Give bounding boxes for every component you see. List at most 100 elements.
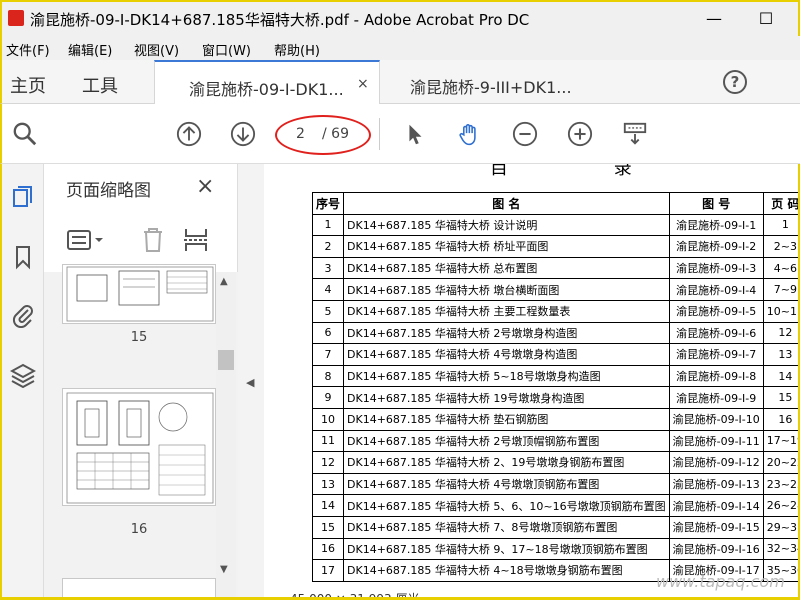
thumbnail-scrollbar[interactable]: ▲ ▼	[216, 272, 236, 600]
previous-page-icon[interactable]	[176, 121, 202, 147]
table-row: 8 DK14+687.185 华福特大桥 5~18号墩墩身构造图 渝昆施桥-09-I…	[311, 364, 798, 388]
table-cell: 13	[762, 343, 798, 366]
scroll-up-icon[interactable]: ▲	[220, 276, 228, 287]
thumbnail-list: 15 16	[44, 264, 238, 600]
current-page[interactable]: 2	[296, 126, 305, 142]
table-cell: DK14+687.185 华福特大桥 墩台横断面图	[343, 278, 670, 301]
tab-document-active[interactable]: 渝昆施桥-09-I-DK1... ×	[154, 60, 380, 104]
table-cell: 渝昆施桥-09-I-7	[668, 343, 764, 366]
tab-document-second[interactable]: 渝昆施桥-9-III+DK1...	[380, 60, 606, 104]
table-cell: 渝昆施桥-09-I-3	[668, 256, 764, 280]
table-cell: 16	[311, 537, 345, 561]
column-header: 序号	[311, 192, 345, 215]
layers-icon[interactable]	[10, 362, 36, 388]
table-cell: 渝昆施桥-09-I-5	[668, 299, 764, 323]
table-cell: 7~9	[762, 278, 798, 301]
table-row: 12 DK14+687.185 华福特大桥 2、19号墩墩身钢筋布置图 渝昆施桥-0…	[311, 451, 798, 474]
table-cell: DK14+687.185 华福特大桥 4号墩墩身构造图	[343, 343, 670, 366]
thumbnail-label: 16	[130, 522, 148, 537]
collapse-arrow-icon[interactable]: ◀	[246, 376, 254, 389]
table-cell: DK14+687.185 华福特大桥 2号墩顶帽钢筋布置图	[343, 429, 670, 453]
insert-page-icon[interactable]	[182, 226, 210, 254]
hand-tool-icon[interactable]	[456, 121, 482, 147]
table-cell: 6	[311, 321, 345, 345]
scroll-thumb[interactable]	[218, 350, 234, 370]
document-viewer[interactable]: 目 录 序号 图 名 图 号 页 码 1 DK14+687.185 华福特大桥 设…	[264, 164, 800, 600]
search-icon[interactable]	[12, 121, 38, 147]
page-number-field[interactable]: 2 / 69	[286, 123, 362, 147]
toolbar: 2 / 69	[0, 104, 800, 164]
panel-collapse-strip[interactable]: ◀	[238, 164, 264, 600]
table-cell: 10~11	[762, 299, 798, 323]
minimize-button[interactable]: —	[694, 6, 734, 32]
toolbar-separator	[379, 118, 380, 150]
menu-edit[interactable]: 编辑(E)	[68, 40, 112, 59]
table-cell: 13	[311, 472, 345, 496]
panel-close-icon[interactable]: ×	[196, 174, 214, 199]
table-cell: DK14+687.185 华福特大桥 4号墩墩顶钢筋布置图	[343, 472, 670, 496]
table-cell: 9	[311, 386, 345, 409]
menu-help[interactable]: 帮助(H)	[274, 40, 320, 59]
table-cell: 渝昆施桥-09-I-1	[668, 213, 764, 237]
title-bar: 渝昆施桥-09-I-DK14+687.185华福特大桥.pdf - Adobe …	[0, 0, 800, 36]
table-cell: 20~22	[762, 451, 798, 474]
toc-heading: 目 录	[490, 164, 682, 179]
table-cell: 12	[762, 321, 798, 345]
table-cell: DK14+687.185 华福特大桥 2、19号墩墩身钢筋布置图	[343, 451, 670, 474]
tab-tools[interactable]: 工具	[82, 72, 118, 98]
zoom-out-icon[interactable]	[512, 121, 538, 147]
column-header: 图 号	[668, 192, 764, 215]
left-rail	[0, 164, 44, 600]
attachment-icon[interactable]	[10, 302, 36, 328]
scroll-down-icon[interactable]: ▼	[220, 564, 228, 575]
table-row: 2 DK14+687.185 华福特大桥 桥址平面图 渝昆施桥-09-I-2 2~3	[311, 235, 798, 258]
help-icon[interactable]: ?	[723, 70, 747, 94]
next-page-icon[interactable]	[230, 121, 256, 147]
table-cell: 4~6	[762, 256, 798, 280]
toc-table: 序号 图 名 图 号 页 码 1 DK14+687.185 华福特大桥 设计说明渝…	[311, 192, 798, 582]
table-cell: DK14+687.185 华福特大桥 5~18号墩墩身构造图	[343, 364, 670, 388]
table-cell: DK14+687.185 华福特大桥 5、6、10~16号墩墩顶钢筋布置图	[343, 494, 670, 517]
zoom-in-icon[interactable]	[567, 121, 593, 147]
table-cell: 渝昆施桥-09-I-12	[668, 451, 764, 474]
table-cell: 1	[762, 213, 798, 237]
thumbnail-page-15[interactable]	[62, 264, 216, 324]
thumbnail-page-16[interactable]	[62, 388, 216, 506]
keyboard-download-icon[interactable]	[622, 121, 648, 147]
maximize-button[interactable]: ☐	[746, 6, 786, 32]
table-cell: 渝昆施桥-09-I-10	[668, 407, 764, 431]
tab-home[interactable]: 主页	[10, 72, 46, 98]
table-cell: 1	[311, 213, 345, 237]
bookmark-icon[interactable]	[10, 244, 36, 270]
table-cell: 11	[311, 429, 345, 453]
table-cell: 26~28	[762, 494, 798, 517]
thumbnail-options-icon[interactable]	[66, 228, 106, 252]
table-cell: DK14+687.185 华福特大桥 2号墩墩身构造图	[343, 321, 670, 345]
table-cell: 29~31	[762, 515, 798, 539]
menu-window[interactable]: 窗口(W)	[202, 40, 251, 59]
tab-close-icon[interactable]: ×	[357, 76, 369, 92]
table-cell: 15	[311, 515, 345, 539]
page-total: / 69	[322, 126, 349, 142]
table-cell: 渝昆施桥-09-I-14	[668, 494, 764, 517]
window-title: 渝昆施桥-09-I-DK14+687.185华福特大桥.pdf - Adobe …	[30, 11, 530, 29]
column-header: 图 名	[343, 192, 670, 215]
menu-file[interactable]: 文件(F)	[6, 40, 50, 59]
table-cell: 17	[311, 559, 345, 582]
table-row: 4 DK14+687.185 华福特大桥 墩台横断面图 渝昆施桥-09-I-4 7~9	[311, 278, 798, 301]
table-row: 11 DK14+687.185 华福特大桥 2号墩顶帽钢筋布置图 渝昆施桥-09-I…	[311, 429, 798, 453]
table-row: 13 DK14+687.185 华福特大桥 4号墩墩顶钢筋布置图 渝昆施桥-09-I…	[311, 472, 798, 496]
table-cell: 渝昆施桥-09-I-13	[668, 472, 764, 496]
table-row: 1 DK14+687.185 华福特大桥 设计说明 渝昆施桥-09-I-1 1	[311, 213, 798, 237]
delete-page-icon[interactable]	[140, 226, 166, 254]
table-cell: 2~3	[762, 235, 798, 258]
table-cell: DK14+687.185 华福特大桥 垫石钢筋图	[343, 407, 670, 431]
table-cell: 渝昆施桥-09-I-2	[668, 235, 764, 258]
panel-title: 页面缩略图	[66, 181, 151, 201]
table-row: 10 DK14+687.185 华福特大桥 垫石钢筋图 渝昆施桥-09-I-10 16	[311, 407, 798, 431]
menu-view[interactable]: 视图(V)	[134, 40, 179, 59]
table-cell: 8	[311, 364, 345, 388]
select-cursor-icon[interactable]	[402, 121, 428, 147]
tab-document-label: 渝昆施桥-9-III+DK1...	[410, 78, 572, 97]
page-thumbnails-icon[interactable]	[10, 184, 36, 210]
